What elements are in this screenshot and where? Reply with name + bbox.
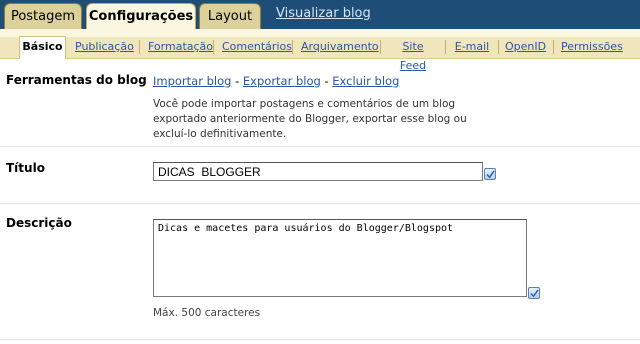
spellcheck-icon[interactable]	[484, 168, 496, 180]
tab-configuracoes[interactable]: Configurações	[86, 3, 196, 30]
import-blog-link[interactable]: Importar blog	[153, 74, 231, 88]
subtab-permissoes[interactable]: Permissões	[561, 37, 623, 58]
tools-description: Você pode importar postagens e comentári…	[153, 98, 467, 140]
subtab-separator	[553, 40, 554, 54]
delete-blog-link[interactable]: Excluir blog	[332, 74, 399, 88]
subtab-separator	[139, 40, 140, 54]
tab-layout[interactable]: Layout	[199, 3, 261, 29]
subtab-formatacao[interactable]: Formatação	[148, 37, 213, 58]
subtab-arquivamento[interactable]: Arquivamento	[301, 37, 379, 58]
subtab-basico[interactable]: Básico	[19, 36, 66, 59]
max-chars-hint: Máx. 500 caracteres	[153, 307, 261, 319]
view-blog-link[interactable]: Visualizar blog	[276, 6, 371, 21]
subtab-openid[interactable]: OpenID	[505, 37, 546, 58]
tab-postagem[interactable]: Postagem	[4, 3, 82, 29]
subtab-site-feed[interactable]: Site Feed	[389, 37, 437, 72]
subtab-separator	[498, 40, 499, 54]
subtab-separator	[445, 40, 446, 54]
tools-label: Ferramentas do blog	[6, 73, 147, 87]
subtab-separator	[380, 40, 381, 54]
subtab-comentarios[interactable]: Comentários	[222, 37, 292, 58]
row-divider	[0, 146, 640, 147]
link-separator: -	[320, 74, 333, 88]
tools-links: Importar blog - Exportar blog - Excluir …	[153, 74, 399, 88]
blog-title-input[interactable]	[153, 162, 483, 181]
row-divider	[0, 203, 640, 204]
subtab-separator	[292, 40, 293, 54]
description-label: Descrição	[6, 216, 72, 230]
subtab-email[interactable]: E-mail	[454, 37, 490, 58]
link-separator: -	[231, 74, 243, 88]
spellcheck-icon[interactable]	[528, 287, 540, 299]
subtab-publicacao[interactable]: Publicação	[75, 37, 134, 58]
subtab-separator	[213, 40, 214, 54]
title-label: Título	[6, 161, 45, 175]
row-divider	[0, 339, 640, 340]
blog-description-textarea[interactable]: Dicas e macetes para usuários do Blogger…	[153, 219, 527, 297]
export-blog-link[interactable]: Exportar blog	[243, 74, 321, 88]
